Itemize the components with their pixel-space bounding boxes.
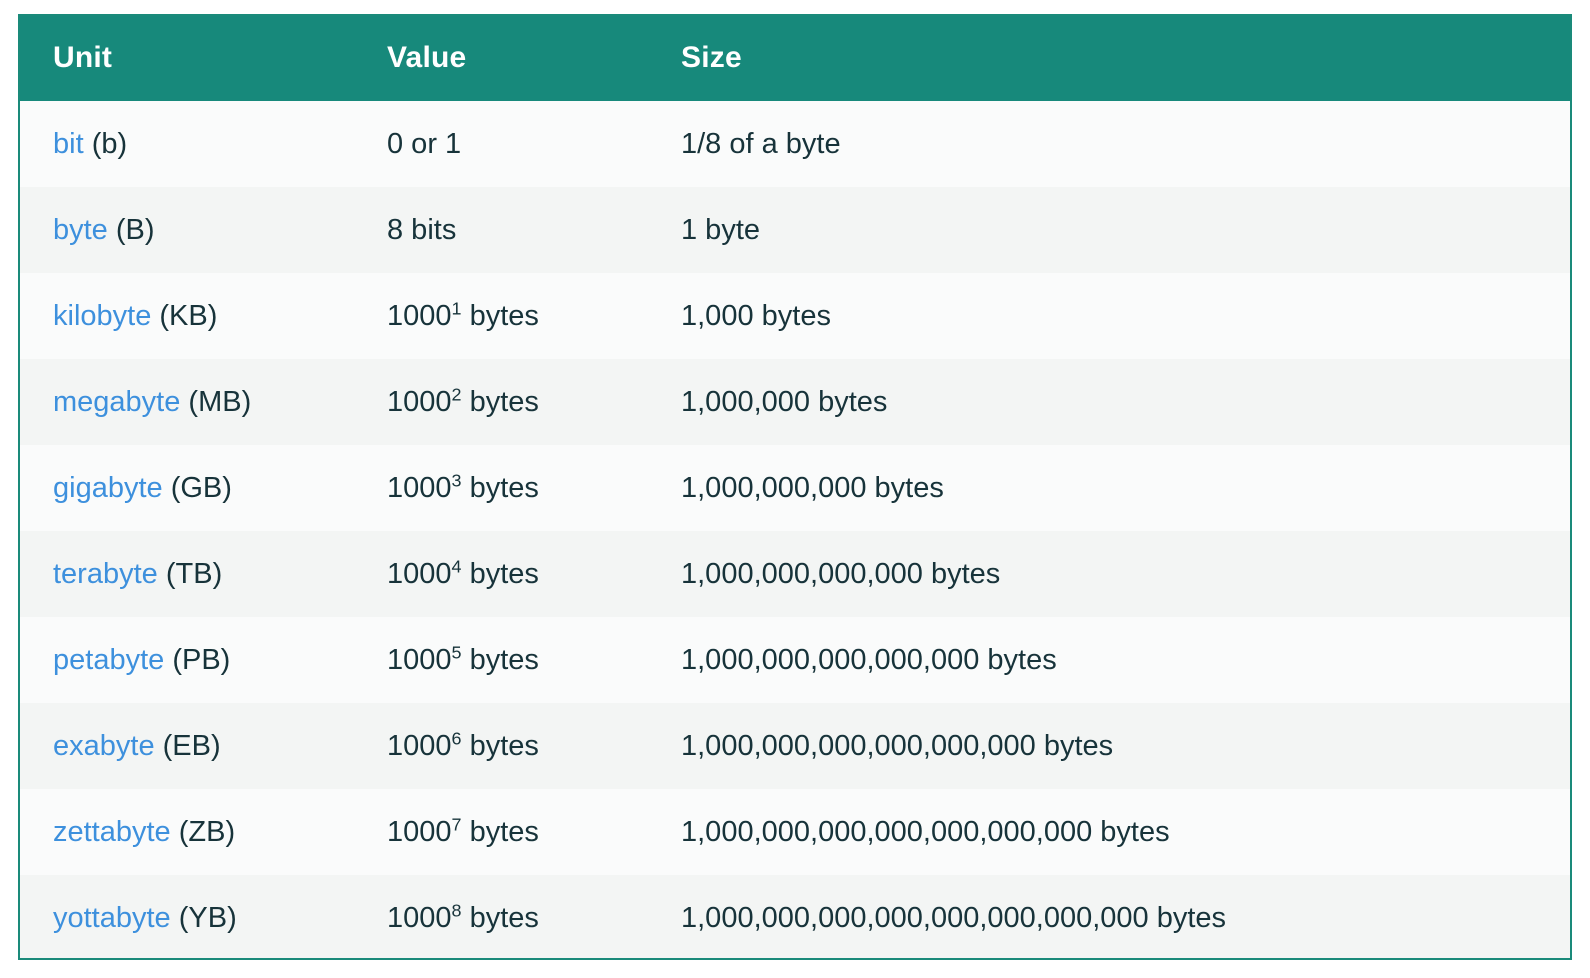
cell-size: 1,000,000 bytes xyxy=(681,385,888,418)
cell-size: 1 byte xyxy=(681,213,760,246)
unit-abbreviation: (PB) xyxy=(172,643,231,676)
cell-value: 8 bits xyxy=(375,187,667,273)
unit-abbreviation: (KB) xyxy=(159,299,218,332)
unit-abbreviation: (MB) xyxy=(188,385,252,418)
column-header-value: Value xyxy=(375,16,667,101)
value-base: 1000 xyxy=(387,815,452,848)
cell-value: 10005 bytes xyxy=(375,617,667,703)
column-header-unit: Unit xyxy=(20,16,375,101)
value-suffix: bytes xyxy=(461,643,539,676)
value-exponent: 8 xyxy=(451,899,462,920)
value-exponent: 4 xyxy=(451,555,462,576)
table-row: zettabyte (ZB) 10007 bytes 1,000,000,000,0… xyxy=(20,789,1570,875)
cell-value: 10001 bytes xyxy=(375,273,667,359)
data-units-table: Unit Value Size bit (b) 0 or 1 1/8 of a by… xyxy=(20,16,1570,958)
value-base: 8 bits xyxy=(387,213,457,246)
cell-unit: terabyte (TB) xyxy=(20,531,375,617)
value-exponent: 3 xyxy=(451,469,462,490)
table-row: yottabyte (YB) 10008 bytes 1,000,000,000,0… xyxy=(20,875,1570,958)
cell-size: 1,000,000,000,000,000,000 bytes xyxy=(681,729,1114,762)
table-row: gigabyte (GB) 10003 bytes 1,000,000,000 by… xyxy=(20,445,1570,531)
cell-unit: yottabyte (YB) xyxy=(20,875,375,958)
value-suffix: bytes xyxy=(461,299,539,332)
value-base: 1000 xyxy=(387,557,452,590)
cell-unit: exabyte (EB) xyxy=(20,703,375,789)
cell-unit: megabyte (MB) xyxy=(20,359,375,445)
unit-name-link[interactable]: terabyte xyxy=(53,558,158,590)
cell-size: 1,000,000,000,000,000,000,000,000 bytes xyxy=(681,901,1227,934)
value-base: 1000 xyxy=(387,729,452,762)
value-suffix: bytes xyxy=(461,557,539,590)
value-base: 1000 xyxy=(387,901,452,934)
unit-name-link[interactable]: exabyte xyxy=(53,730,155,762)
cell-size: 1,000,000,000,000,000 bytes xyxy=(681,643,1057,676)
value-exponent: 5 xyxy=(451,641,462,662)
value-base: 1000 xyxy=(387,643,452,676)
value-suffix: bytes xyxy=(461,729,539,762)
unit-name-link[interactable]: bit xyxy=(53,128,84,160)
page-container: Unit Value Size bit (b) 0 or 1 1/8 of a by… xyxy=(0,0,1590,978)
unit-abbreviation: (ZB) xyxy=(178,815,236,848)
value-base: 1000 xyxy=(387,299,452,332)
unit-abbreviation: (TB) xyxy=(165,557,223,590)
table-header-row: Unit Value Size xyxy=(20,16,1570,101)
cell-size: 1,000,000,000 bytes xyxy=(681,471,944,504)
cell-value: 10007 bytes xyxy=(375,789,667,875)
value-exponent: 2 xyxy=(451,383,462,404)
unit-name-link[interactable]: byte xyxy=(53,214,108,246)
cell-value: 10008 bytes xyxy=(375,875,667,958)
unit-abbreviation: (EB) xyxy=(162,729,221,762)
cell-value: 10006 bytes xyxy=(375,703,667,789)
cell-size: 1,000,000,000,000 bytes xyxy=(681,557,1001,590)
unit-abbreviation: (YB) xyxy=(178,901,237,934)
unit-name-link[interactable]: megabyte xyxy=(53,386,180,418)
cell-unit: zettabyte (ZB) xyxy=(20,789,375,875)
table-row: byte (B) 8 bits 1 byte xyxy=(20,187,1570,273)
cell-size: 1/8 of a byte xyxy=(681,127,841,160)
unit-abbreviation: (B) xyxy=(115,213,155,246)
table-row: petabyte (PB) 10005 bytes 1,000,000,000,00… xyxy=(20,617,1570,703)
table-row: terabyte (TB) 10004 bytes 1,000,000,000,00… xyxy=(20,531,1570,617)
table-header: Unit Value Size xyxy=(20,16,1570,101)
unit-abbreviation: (b) xyxy=(91,127,128,160)
unit-abbreviation: (GB) xyxy=(170,471,232,504)
cell-unit: gigabyte (GB) xyxy=(20,445,375,531)
column-header-size: Size xyxy=(667,16,1570,101)
table-row: exabyte (EB) 10006 bytes 1,000,000,000,000… xyxy=(20,703,1570,789)
unit-name-link[interactable]: gigabyte xyxy=(53,472,163,504)
value-base: 1000 xyxy=(387,385,452,418)
value-suffix: bytes xyxy=(461,385,539,418)
value-suffix: bytes xyxy=(461,901,539,934)
table-body: bit (b) 0 or 1 1/8 of a byte byte (B) 8 bits… xyxy=(20,101,1570,958)
value-suffix: bytes xyxy=(461,471,539,504)
units-table-frame: Unit Value Size bit (b) 0 or 1 1/8 of a by… xyxy=(18,14,1572,960)
cell-unit: kilobyte (KB) xyxy=(20,273,375,359)
table-row: bit (b) 0 or 1 1/8 of a byte xyxy=(20,101,1570,187)
value-exponent: 7 xyxy=(451,813,462,834)
cell-value: 10004 bytes xyxy=(375,531,667,617)
cell-value: 10002 bytes xyxy=(375,359,667,445)
cell-size: 1,000 bytes xyxy=(681,299,831,332)
value-exponent: 1 xyxy=(451,297,462,318)
table-row: kilobyte (KB) 10001 bytes 1,000 bytes xyxy=(20,273,1570,359)
cell-size: 1,000,000,000,000,000,000,000 bytes xyxy=(681,815,1170,848)
value-base: 0 or 1 xyxy=(387,127,462,160)
unit-name-link[interactable]: zettabyte xyxy=(53,816,171,848)
unit-name-link[interactable]: yottabyte xyxy=(53,902,171,934)
unit-name-link[interactable]: petabyte xyxy=(53,644,164,676)
cell-unit: petabyte (PB) xyxy=(20,617,375,703)
cell-unit: bit (b) xyxy=(20,101,375,187)
cell-value: 0 or 1 xyxy=(375,101,667,187)
cell-value: 10003 bytes xyxy=(375,445,667,531)
value-suffix: bytes xyxy=(461,815,539,848)
value-exponent: 6 xyxy=(451,727,462,748)
cell-unit: byte (B) xyxy=(20,187,375,273)
table-row: megabyte (MB) 10002 bytes 1,000,000 bytes xyxy=(20,359,1570,445)
value-base: 1000 xyxy=(387,471,452,504)
unit-name-link[interactable]: kilobyte xyxy=(53,300,151,332)
